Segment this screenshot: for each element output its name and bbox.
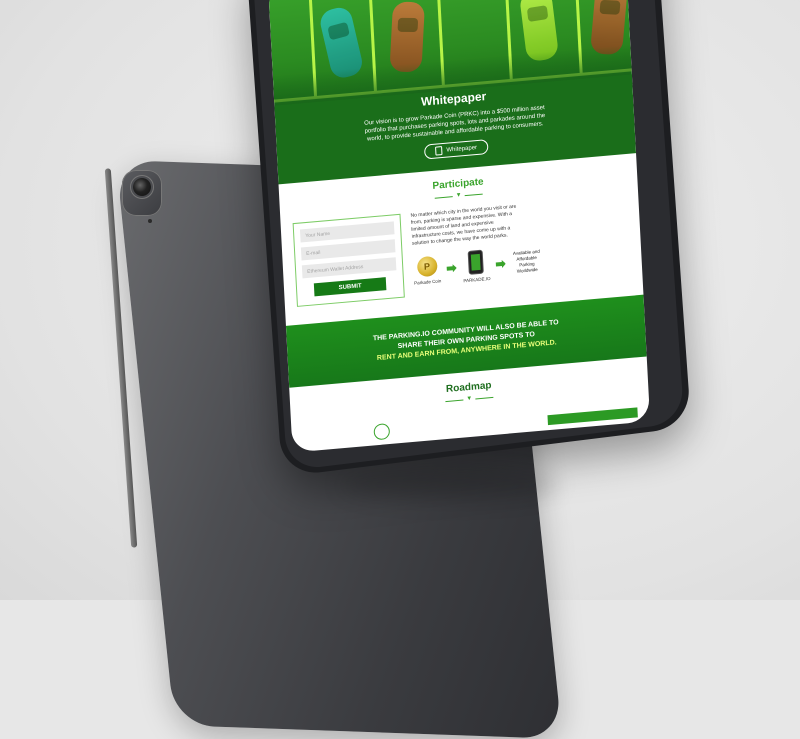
participate-form: SUBMIT: [292, 213, 405, 307]
microphone-dot: [148, 219, 152, 223]
coin-flow-coin: P Parkade Coin: [413, 255, 442, 286]
document-icon: [435, 146, 443, 156]
arrow-right-icon: [496, 260, 506, 269]
whitepaper-button-label: Whitepaper: [446, 144, 478, 154]
coin-flow-app: PARKADE.IO: [462, 249, 491, 283]
roadmap-bar: [547, 407, 638, 426]
divider-line: [464, 193, 483, 196]
camera-lens-icon: [133, 178, 151, 196]
phone-app-icon: [467, 249, 485, 275]
car-image: [389, 1, 426, 73]
roadmap-milestone-icon: [373, 423, 391, 441]
coin-label: Parkade Coin: [413, 278, 442, 286]
tablet-screen: Whitepaper Our vision is to grow Parkade…: [268, 0, 651, 453]
participate-description: No matter which city in the world you vi…: [410, 203, 517, 247]
result-label: Available and Affordable Parking Worldwi…: [512, 248, 540, 274]
chevron-down-icon: ▼: [455, 192, 462, 199]
app-label: PARKADE.IO: [463, 275, 491, 284]
divider-line: [434, 195, 453, 199]
participate-info: No matter which city in the world you vi…: [410, 194, 630, 297]
arrow-right-icon: [447, 264, 457, 273]
divider-line: [475, 396, 494, 399]
parkade-coin-icon: P: [416, 255, 438, 278]
tablet-shadow: [340, 470, 560, 500]
divider-line: [445, 399, 464, 402]
name-input[interactable]: [299, 221, 395, 243]
chevron-down-icon: ▼: [466, 395, 473, 403]
submit-button[interactable]: SUBMIT: [313, 277, 387, 297]
email-input[interactable]: [300, 239, 396, 261]
whitepaper-button[interactable]: Whitepaper: [424, 139, 489, 160]
wallet-address-input[interactable]: [301, 257, 397, 279]
